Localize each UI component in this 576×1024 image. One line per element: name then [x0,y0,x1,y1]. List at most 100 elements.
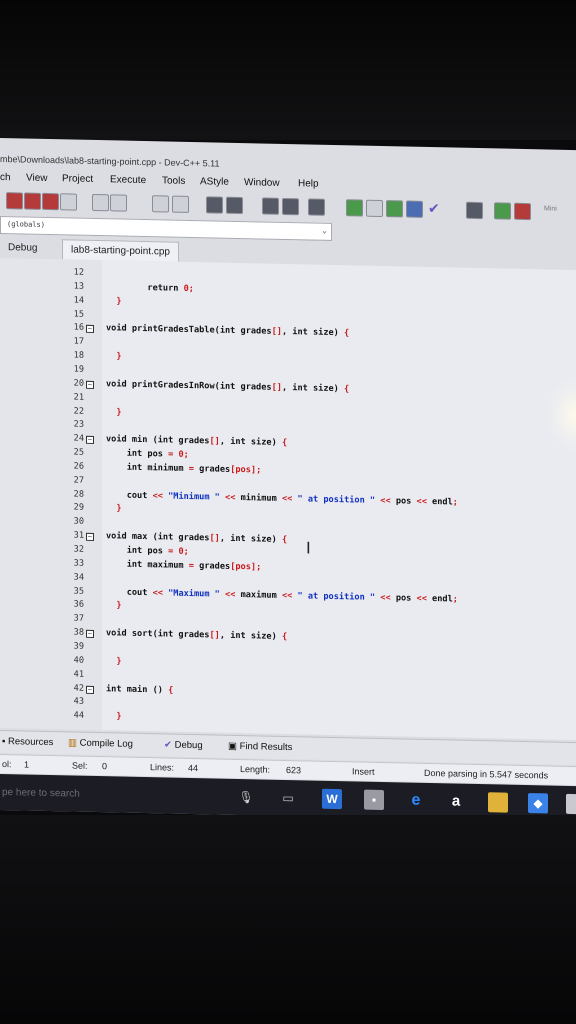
bookmark-icon[interactable] [308,198,325,216]
line-number: 24 [73,433,84,444]
task-view-icon[interactable]: ▭ [278,788,298,808]
fold-toggle-icon[interactable]: − [86,325,94,334]
tab-resources-label: Resources [8,736,54,749]
fold-toggle-icon[interactable]: − [86,685,94,694]
tab-compile-log[interactable]: ▥ Compile Log [68,737,133,749]
file-explorer-icon[interactable] [488,792,508,813]
code-token: [] [271,327,282,338]
code-text: int maximum = grades[pos]; [106,559,262,572]
code-token: << [375,495,396,506]
code-token: , int size) [281,327,345,339]
taskbar-search-placeholder: pe here to search [2,787,80,800]
code-token: ; [183,449,189,461]
line-number: 31 [73,530,84,541]
compiler-select-label[interactable]: Mini [544,205,557,212]
code-editor[interactable]: 12 13 return 0; 14 } 15 16− void printGradesT… [58,259,576,741]
code-token: , int size) [219,630,282,642]
menu-window[interactable]: Window [244,177,280,189]
check-syntax-icon[interactable]: ✔ [428,200,443,216]
delete-profile-icon[interactable] [514,202,531,221]
status-col-value: 1 [24,759,30,770]
line-number: 27 [73,475,84,486]
scope-combo-value: (globals) [7,220,45,229]
menu-view[interactable]: View [26,173,48,184]
bookmark-next-icon[interactable] [282,197,299,216]
edge-icon[interactable]: e [406,791,426,811]
fold-toggle-icon[interactable]: − [86,532,94,542]
unindent-icon[interactable] [226,196,243,215]
status-lines-label: Lines: [150,762,175,773]
code-token: "Minimum " [168,491,220,503]
code-token: } [106,656,122,667]
undo-icon[interactable] [92,193,109,212]
line-number: 37 [73,613,84,625]
code-token: void min (int grades [106,434,210,447]
bookmark-prev-icon[interactable] [262,197,279,215]
word-icon[interactable]: W [322,788,342,810]
fold-toggle-icon[interactable]: − [86,629,94,639]
line-number: 18 [73,350,84,361]
line-number: 26 [73,461,84,472]
code-token: void printGradesTable(int grades [106,323,272,338]
tab-find-results[interactable]: ▣ Find Results [228,741,292,753]
line-number: 16 [73,322,84,334]
code-token: int main () [106,683,169,696]
code-token: int pos [106,545,169,557]
replace-icon[interactable] [172,195,189,213]
code-token: { [344,328,350,339]
tab-debug[interactable]: Debug [8,242,37,254]
open-project-icon[interactable] [24,192,41,210]
stop-icon[interactable] [466,201,483,220]
rebuild-icon[interactable] [406,200,423,218]
amazon-icon[interactable]: a [446,791,466,811]
code-token: ; [452,594,458,605]
profile-icon[interactable] [494,202,511,220]
code-token: pos [395,592,417,604]
code-token: << [152,587,169,599]
line-number: 21 [73,392,84,403]
compile-icon[interactable] [346,199,363,217]
taskbar-search-input[interactable]: pe here to search [0,780,228,811]
line-number: 42 [73,683,84,694]
find-icon[interactable] [152,195,169,213]
microphone-icon[interactable]: 🎙 [236,787,256,807]
code-text: } [106,656,122,667]
menu-help[interactable]: Help [298,178,319,189]
window-title: mbe\Downloads\lab8-starting-point.cpp - … [0,154,220,169]
code-token: " at position " [297,493,376,506]
code-text: } [106,711,121,722]
pinned-app-icon[interactable] [566,793,576,815]
menu-project[interactable]: Project [62,173,93,185]
menu-tools[interactable]: Tools [162,175,185,186]
code-text: } [106,351,121,362]
code-token: = [168,546,179,557]
fold-toggle-icon[interactable]: − [86,435,94,445]
menu-search[interactable]: ch [0,172,11,183]
code-token: return [106,282,184,294]
tab-compile-log-label: Compile Log [79,737,133,750]
new-file-icon[interactable] [6,192,23,210]
code-token: int pos [106,448,169,460]
line-number: 13 [73,281,84,292]
code-token: [] [209,533,220,544]
redo-icon[interactable] [110,194,127,212]
menu-astyle[interactable]: AStyle [200,176,229,188]
code-text: int pos = 0; [106,448,189,460]
compile-run-icon[interactable] [386,200,403,218]
fold-toggle-icon[interactable]: − [86,380,94,389]
tab-resources[interactable]: ▪ Resources [2,736,53,748]
menu-execute[interactable]: Execute [110,174,146,186]
tab-lab8-file[interactable]: lab8-starting-point.cpp [62,239,179,262]
indent-icon[interactable] [206,196,223,214]
print-icon[interactable] [60,193,77,211]
tab-debug-bottom[interactable]: ✔ Debug [164,739,203,751]
code-token: { [344,384,350,395]
compile-log-icon: ▥ [68,737,77,749]
scope-combo[interactable]: (globals) ⌄ [0,216,332,241]
code-token: } [106,503,122,514]
dropbox-icon[interactable]: ◆ [528,793,548,814]
status-parse-message: Done parsing in 5.547 seconds [424,767,549,781]
run-icon[interactable] [366,199,383,218]
devcpp-taskbar-icon[interactable]: ▪ [364,789,384,811]
save-icon[interactable] [42,192,59,211]
